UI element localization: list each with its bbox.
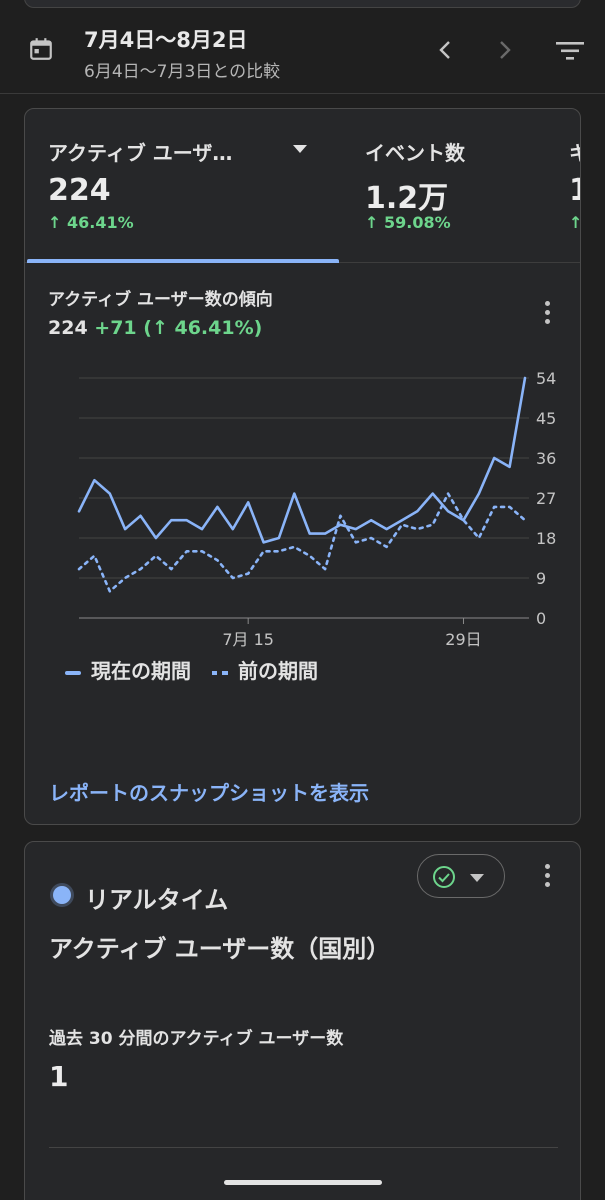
check-circle-icon — [433, 866, 455, 888]
realtime-title: アクティブ ユーザー数（国別） — [49, 935, 391, 963]
divider — [49, 1147, 558, 1148]
tab-value: 1 — [569, 173, 580, 208]
tab-label: キ — [569, 137, 580, 166]
series-previous-line — [77, 492, 527, 593]
more-vert-icon[interactable] — [543, 301, 551, 329]
legend-dotted-swatch — [211, 670, 228, 675]
more-vert-icon[interactable] — [543, 864, 551, 892]
y-tick-label: 18 — [536, 529, 556, 548]
selected-tab-indicator — [27, 259, 339, 263]
legend-previous-label: 前の期間 — [237, 659, 318, 683]
legend-current: 現在の期間 — [65, 655, 191, 684]
tab-delta: ↑ 59.08% — [365, 213, 451, 232]
chart-legend: 現在の期間 前の期間 — [65, 655, 332, 684]
view-report-snapshot-link[interactable]: レポートのスナップショットを表示 — [49, 777, 369, 806]
realtime-subtitle: 過去 30 分間のアクティブ ユーザー数 — [49, 1029, 344, 1049]
home-indicator[interactable] — [224, 1180, 382, 1185]
tab-event-count[interactable]: イベント数 1.2万 ↑ 59.08% — [339, 109, 559, 263]
realtime-label: リアルタイム — [85, 886, 229, 914]
date-range[interactable]: 7月4日〜8月2日 — [84, 24, 247, 54]
tab-label: アクティブ ユーザ… — [48, 141, 233, 165]
chevron-down-icon — [470, 874, 484, 882]
legend-previous: 前の期間 — [211, 655, 318, 684]
chart-summary: 224 +71 (↑ 46.41%) — [48, 317, 262, 339]
overview-card: アクティブ ユーザ… 224 ↑ 46.41% イベント数 1.2万 ↑ 59.… — [24, 108, 581, 825]
tab-delta: ↑ 46.41% — [48, 213, 134, 232]
y-tick-label: 36 — [536, 449, 556, 468]
x-tick-label: 7月 15 — [222, 630, 274, 649]
trend-chart: 0 9 18 27 36 45 54 7月 15 29日 — [77, 369, 556, 649]
calendar-icon[interactable] — [28, 36, 54, 62]
filter-icon[interactable] — [555, 40, 585, 62]
y-tick-label: 54 — [536, 369, 556, 388]
tab-label: イベント数 — [365, 141, 465, 165]
comparison-range: 6月4日〜7月3日との比較 — [84, 62, 281, 82]
tab-active-users[interactable]: アクティブ ユーザ… 224 ↑ 46.41% — [25, 109, 339, 263]
chart-title: アクティブ ユーザー数の傾向 — [48, 290, 273, 310]
realtime-card: リアルタイム アクティブ ユーザー数（国別） 過去 30 分間のアクティブ ユー… — [24, 841, 581, 1200]
realtime-value: 1 — [49, 1060, 69, 1093]
chart-total: 224 — [48, 317, 88, 339]
y-tick-label: 9 — [536, 569, 546, 588]
legend-current-label: 現在の期間 — [91, 659, 191, 683]
status-chip[interactable] — [417, 854, 505, 898]
x-tick-label: 29日 — [445, 630, 481, 649]
series-current-line — [77, 376, 527, 544]
tab-delta: ↑ — [569, 213, 580, 232]
metric-tabs: アクティブ ユーザ… 224 ↑ 46.41% イベント数 1.2万 ↑ 59.… — [25, 109, 580, 263]
tab-third-metric[interactable]: キ 1 ↑ — [559, 109, 580, 263]
legend-solid-swatch — [65, 670, 81, 675]
realtime-dot-icon — [53, 886, 71, 904]
y-tick-label: 45 — [536, 409, 556, 428]
y-tick-label: 0 — [536, 609, 546, 628]
date-range-bar[interactable]: 7月4日〜8月2日 6月4日〜7月3日との比較 — [0, 0, 605, 94]
tab-value: 224 — [48, 173, 111, 208]
chevron-left-icon[interactable] — [434, 38, 458, 62]
dropdown-caret-icon[interactable] — [293, 145, 307, 153]
y-tick-label: 27 — [536, 489, 556, 508]
chart-change: +71 (↑ 46.41%) — [94, 317, 263, 339]
chevron-right-icon[interactable] — [492, 38, 516, 62]
tab-value: 1.2万 — [365, 181, 449, 216]
